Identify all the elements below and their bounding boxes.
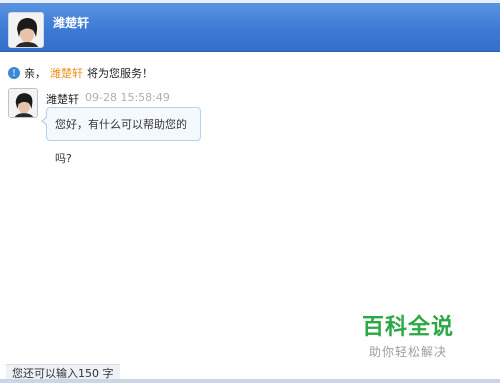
message-bubble: 您好，有什么可以帮助您的吗? (41, 107, 201, 165)
header-top-strip (0, 0, 500, 3)
message-timestamp: 09-28 15:58:49 (85, 91, 170, 104)
watermark-logo: 百科全说 助你轻松解决 (348, 309, 468, 360)
input-area-border (0, 379, 500, 383)
chat-header: 潍楚轩 (0, 0, 500, 52)
agent-avatar[interactable] (8, 12, 44, 48)
person-avatar-icon (9, 13, 43, 47)
watermark-subtitle: 助你轻松解决 (368, 345, 447, 359)
notice-agent-name[interactable]: 潍楚轩 (50, 65, 83, 81)
message-header: 潍楚轩 09-28 15:58:49 (46, 91, 170, 107)
person-avatar-icon (9, 89, 37, 117)
message-sender: 潍楚轩 (46, 93, 79, 106)
info-icon: ! (8, 67, 20, 79)
notice-prefix: 亲， (24, 67, 46, 80)
watermark-title: 百科全说 (361, 315, 454, 340)
message-avatar[interactable] (8, 88, 38, 118)
agent-name-title: 潍楚轩 (53, 16, 90, 30)
service-notice: ! 亲， 潍楚轩 将为您服务！ (8, 66, 153, 80)
notice-suffix: 将为您服务！ (87, 67, 153, 80)
